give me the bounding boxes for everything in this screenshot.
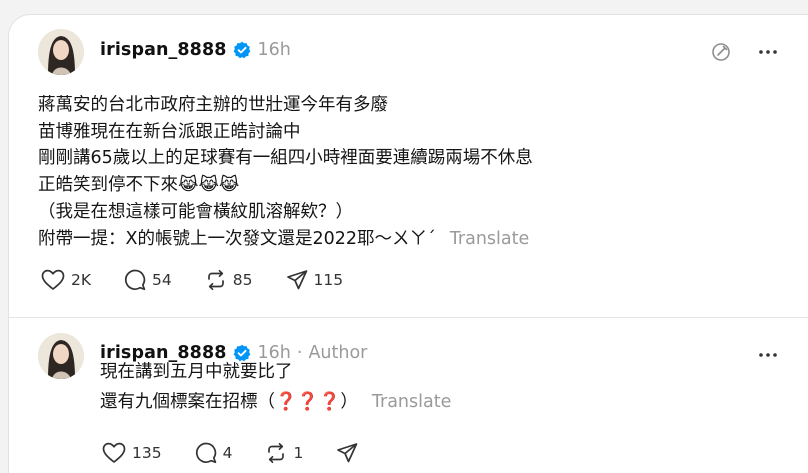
more-options-icon[interactable]: [757, 41, 779, 63]
post-header: irispan_8888 16h: [100, 40, 291, 60]
avatar[interactable]: [38, 333, 84, 379]
send-icon: [337, 443, 358, 463]
reply-count: 4: [222, 444, 233, 462]
repost-icon: [207, 269, 224, 291]
post-text-line-last: 還有九個標案在招標（❓❓❓） Translate: [100, 387, 780, 417]
share-count: 115: [313, 271, 344, 289]
post-text-line: 苗博雅現在在新台派跟正皓討論中: [38, 121, 301, 142]
heart-icon: [102, 442, 126, 463]
translate-link[interactable]: Translate: [450, 229, 529, 249]
repost-button[interactable]: 85: [205, 269, 253, 291]
send-icon: [286, 270, 307, 290]
verified-badge-icon: [233, 41, 251, 59]
repost-count: 1: [293, 444, 304, 462]
share-button[interactable]: 115: [286, 269, 344, 291]
like-button[interactable]: 2K: [41, 269, 91, 291]
post-text-line: 剛剛講65歲以上的足球賽有一組四小時裡面要連續踢兩場不休息: [38, 148, 533, 169]
repost-button[interactable]: 1: [265, 442, 303, 464]
reply-bubble-icon: [195, 442, 216, 464]
like-count: 2K: [71, 271, 92, 289]
post-text: 還有九個標案在招標（❓❓❓）: [100, 392, 358, 412]
post-body: 現在講到五月中就要比了 還有九個標案在招標（❓❓❓） Translate: [100, 357, 780, 417]
reply-button[interactable]: 54: [124, 269, 172, 291]
reply-bubble-icon: [124, 269, 146, 291]
post-actions: 135 4 1: [102, 442, 391, 464]
reply-button[interactable]: 4: [195, 442, 233, 464]
post-text-line-last: 附帶一提：X的帳號上一次發文還是2022耶～ㄨㄚˊ Translate: [38, 226, 778, 253]
repost-count: 85: [232, 271, 253, 289]
post-actions: 2K 54 85 115: [41, 269, 376, 291]
thread-card: irispan_8888 16h 蔣萬安的台北市政府主辦的世壯運今年有多廢 苗博…: [8, 14, 808, 473]
translate-link[interactable]: Translate: [372, 392, 451, 412]
post-text-line: 現在講到五月中就要比了: [100, 362, 293, 382]
edit-off-icon[interactable]: [710, 41, 732, 63]
post-text: 附帶一提：X的帳號上一次發文還是2022耶～ㄨㄚˊ: [38, 228, 436, 249]
post-text-line: （我是在想這樣可能會橫紋肌溶解欸？）: [38, 201, 353, 222]
like-button[interactable]: 135: [102, 442, 162, 464]
username[interactable]: irispan_8888: [100, 40, 227, 60]
post-text-line: 正皓笑到停不下來😹😹😹: [38, 175, 240, 196]
post-main: irispan_8888 16h 蔣萬安的台北市政府主辦的世壯運今年有多廢 苗博…: [9, 15, 808, 317]
repost-icon: [268, 442, 285, 464]
post-text-line: 蔣萬安的台北市政府主辦的世壯運今年有多廢: [38, 95, 388, 115]
share-button[interactable]: [336, 442, 358, 464]
reply-count: 54: [152, 271, 172, 289]
post-reply: irispan_8888 16h · Author 現在講到五月中就要比了 還有…: [9, 318, 808, 473]
post-time[interactable]: 16h: [258, 40, 291, 60]
heart-icon: [41, 269, 65, 290]
post-body: 蔣萬安的台北市政府主辦的世壯運今年有多廢 苗博雅現在在新台派跟正皓討論中 剛剛講…: [38, 92, 778, 252]
like-count: 135: [132, 444, 162, 462]
avatar[interactable]: [38, 29, 84, 75]
post-header-actions: [710, 41, 779, 63]
